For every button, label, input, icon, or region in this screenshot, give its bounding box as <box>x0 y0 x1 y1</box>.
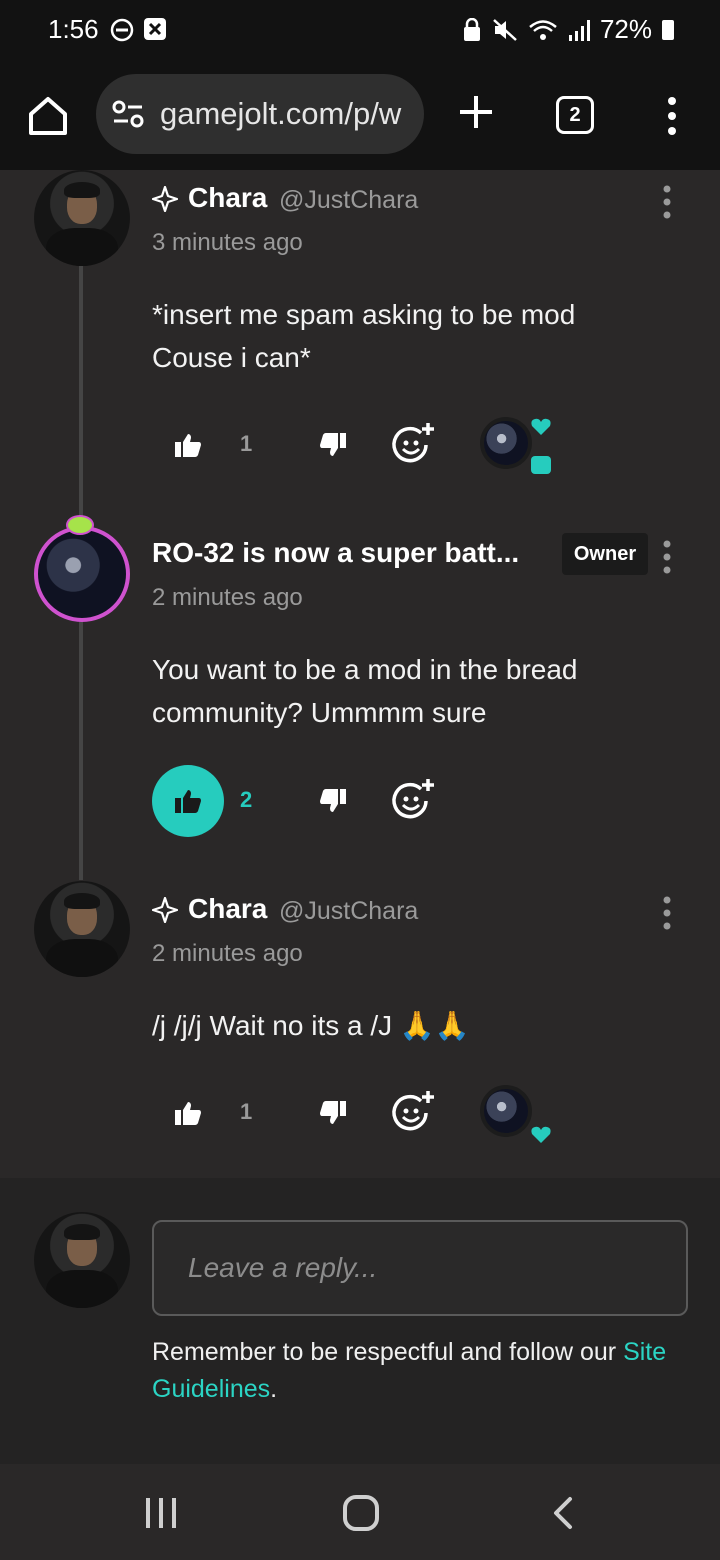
comment-actions: 1 <box>152 1077 592 1149</box>
add-reaction-icon[interactable] <box>390 421 436 467</box>
thumbs-up-icon <box>175 1102 201 1125</box>
status-bar: 1:56 72% <box>0 0 720 62</box>
status-time: 1:56 <box>48 14 99 44</box>
add-reaction-icon[interactable] <box>390 777 436 823</box>
system-navigation-bar <box>0 1464 720 1560</box>
like-button[interactable] <box>152 409 224 481</box>
reactor-avatars[interactable] <box>472 1079 551 1143</box>
comment-body: /j /j/j Wait no its a /J 🙏🙏 <box>152 1004 470 1047</box>
reply-input[interactable]: Leave a reply... <box>152 1220 688 1316</box>
status-right: 72% <box>462 14 674 45</box>
do-not-disturb-icon <box>110 18 134 42</box>
comment-author-name[interactable]: Chara <box>188 893 267 925</box>
sparkle-icon <box>152 897 178 923</box>
browser-toolbar: gamejolt.com/p/w 2 <box>0 62 720 170</box>
comment-timestamp: 2 minutes ago <box>152 940 303 967</box>
add-reaction-icon[interactable] <box>390 1089 436 1135</box>
comment-actions: 1 <box>152 409 592 481</box>
wifi-icon <box>529 19 557 40</box>
guidelines-notice-text: Remember to be respectful and follow our <box>152 1338 624 1366</box>
like-button[interactable] <box>152 765 224 837</box>
more-options-icon[interactable] <box>661 185 673 219</box>
comment-line: Couse i can* <box>152 342 311 373</box>
thumbs-down-icon[interactable] <box>312 1091 354 1135</box>
current-user-avatar[interactable] <box>34 1212 130 1308</box>
comment-line: *insert me spam asking to be mod <box>152 299 576 330</box>
like-count: 1 <box>240 1099 253 1124</box>
comment-line: community? Ummmm sure <box>152 697 487 728</box>
signal-icon <box>568 19 590 41</box>
url-text: gamejolt.com/p/w <box>160 96 402 131</box>
comment-line: You want to be a mod in the bread <box>152 654 578 685</box>
comment-author-name[interactable]: Chara <box>188 182 267 214</box>
comment-body: *insert me spam asking to be mod Couse i… <box>152 293 575 379</box>
owner-badge: Owner <box>562 533 648 575</box>
sparkle-icon <box>152 186 178 212</box>
notification-app-icon <box>144 18 166 40</box>
thumbs-up-icon <box>175 790 201 813</box>
lock-icon <box>463 17 480 41</box>
home-icon[interactable] <box>26 94 70 138</box>
comment-line: /j /j/j Wait no its a /J 🙏🙏 <box>152 1010 470 1041</box>
mute-icon <box>493 18 517 41</box>
like-count: 2 <box>240 787 253 812</box>
battery-icon <box>662 19 674 40</box>
address-bar[interactable]: gamejolt.com/p/w <box>96 74 424 154</box>
owner-avatar[interactable] <box>34 526 130 622</box>
frog-avatar-decoration <box>66 515 94 535</box>
avatar[interactable] <box>34 170 130 266</box>
comment-actions: 2 <box>152 765 592 837</box>
guidelines-notice: Remember to be respectful and follow our… <box>152 1334 672 1408</box>
browser-menu-icon[interactable] <box>662 96 682 136</box>
back-icon[interactable] <box>550 1496 576 1530</box>
comment-timestamp: 2 minutes ago <box>152 584 303 611</box>
recent-apps-icon[interactable] <box>144 1496 178 1530</box>
comment-author-name[interactable]: RO-32 is now a super batt... <box>152 537 519 569</box>
guidelines-notice-end: . <box>270 1375 278 1403</box>
comment-timestamp: 3 minutes ago <box>152 229 303 256</box>
reply-placeholder: Leave a reply... <box>188 1252 378 1283</box>
chat-bubble-icon <box>531 456 551 474</box>
more-options-icon[interactable] <box>661 896 673 930</box>
reactor-avatar <box>480 1085 532 1137</box>
comment-author-handle[interactable]: @JustChara <box>279 897 418 926</box>
status-icons-left <box>110 18 166 42</box>
reactor-avatar <box>480 417 532 469</box>
reply-section: Leave a reply... Remember to be respectf… <box>0 1178 720 1464</box>
like-button[interactable] <box>152 1077 224 1149</box>
more-options-icon[interactable] <box>661 540 673 574</box>
thumbs-down-icon[interactable] <box>312 423 354 467</box>
like-count: 1 <box>240 431 253 456</box>
heart-icon <box>531 1126 551 1143</box>
thumbs-down-icon[interactable] <box>312 779 354 823</box>
new-tab-icon[interactable] <box>456 92 496 132</box>
site-settings-icon[interactable] <box>112 100 144 128</box>
avatar[interactable] <box>34 881 130 977</box>
comment-author-handle[interactable]: @JustChara <box>279 186 418 215</box>
thumbs-up-icon <box>175 434 201 457</box>
heart-icon <box>531 418 551 435</box>
battery-percent: 72% <box>599 14 652 44</box>
tab-switcher-button[interactable]: 2 <box>556 96 594 134</box>
comment-body: You want to be a mod in the bread commun… <box>152 648 578 734</box>
reactor-avatars[interactable] <box>472 411 551 475</box>
home-nav-icon[interactable] <box>342 1494 380 1532</box>
